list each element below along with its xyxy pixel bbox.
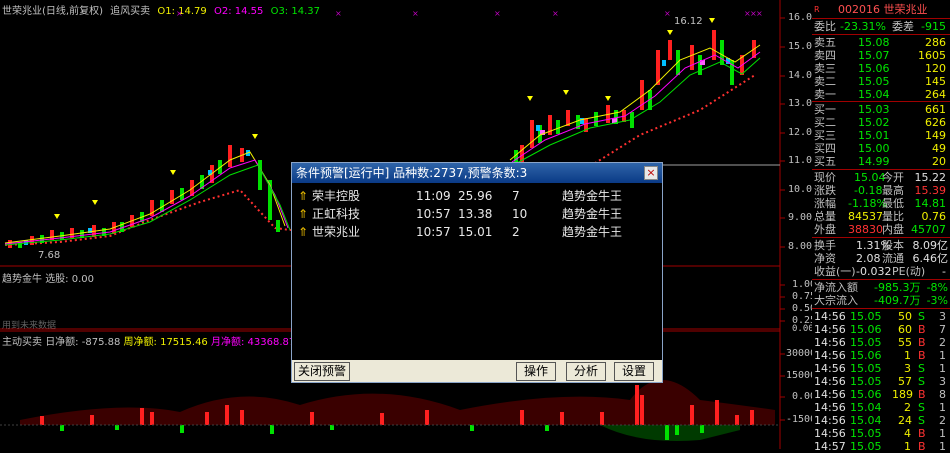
bid-row: 买三 15.01 149 <box>814 129 946 142</box>
sub2-month: 月净额: 43368.87 <box>210 337 296 348</box>
extra-row: 换手 1.31% 股本 8.09亿 <box>814 239 948 252</box>
weicha-value: -915 <box>921 20 946 33</box>
svg-text:×: × <box>664 9 671 18</box>
svg-text:×: × <box>494 9 501 18</box>
alert-price: 25.96 <box>458 189 493 203</box>
sub1-header: 趋势金牛 选股: 0.00 <box>2 270 94 285</box>
ask-row: 卖二 15.05 145 <box>814 75 946 88</box>
tick-row: 14:56 15.04 24 S 2 <box>814 414 946 427</box>
sub1-value: 选股: 0.00 <box>45 274 95 285</box>
alert-stock-name: 世荣兆业 <box>312 225 361 239</box>
alert-dialog[interactable]: 条件预警[运行中] 品种数:2737,预警条数:3 × ⇑ 荣丰控股 11:09… <box>291 162 663 383</box>
settings-button[interactable]: 设置 <box>614 362 654 381</box>
alert-condition: 趋势金牛王 <box>562 207 623 221</box>
candles-left <box>8 134 280 248</box>
stat-row: 涨幅 -1.18% 最低 14.81 <box>814 197 946 210</box>
low-price-label: 7.68 <box>38 250 60 261</box>
future-data-note: 用到未来数据 <box>2 321 57 331</box>
weibi-label: 委比 <box>814 20 836 33</box>
ask-row: 卖一 15.04 264 <box>814 88 946 101</box>
alert-stock-name: 正虹科技 <box>312 207 361 221</box>
alert-price: 13.38 <box>458 207 493 221</box>
alert-arrow-icon: ⇑ <box>298 189 309 203</box>
volume-bars <box>0 380 780 441</box>
weibi-row: 委比 -23.31% 委差 -915 <box>812 21 950 33</box>
alert-arrow-icon: ⇑ <box>298 207 309 221</box>
stat-row: 涨跌 -0.18 最高 15.39 <box>814 184 946 197</box>
r-mark: R <box>814 5 820 14</box>
bid-row: 买一 15.03 661 <box>814 103 946 116</box>
alert-arrow-icon: ⇑ <box>298 225 309 239</box>
sub1-y-tick: 0.00 <box>792 324 814 334</box>
tick-row: 14:56 15.04 2 S 1 <box>814 401 946 414</box>
bid-row: 买五 14.99 20 <box>814 155 946 168</box>
sub2-label: 主动买卖 <box>2 337 42 348</box>
close-icon[interactable]: × <box>644 166 658 180</box>
alert-count: 2 <box>512 225 520 239</box>
tick-row: 14:57 15.05 1 B 1 <box>814 440 946 453</box>
stat-row: 现价 15.04 今开 15.22 <box>814 171 946 184</box>
close-alert-button[interactable]: 关闭预警 <box>294 362 350 381</box>
svg-text:×: × <box>756 9 763 18</box>
ask-row: 卖三 15.06 120 <box>814 62 946 75</box>
alert-time: 10:57 <box>416 207 451 221</box>
alert-count: 10 <box>512 207 528 221</box>
alert-count: 7 <box>512 189 520 203</box>
tick-row: 14:56 15.06 189 B 8 <box>814 388 946 401</box>
tick-row: 14:56 15.05 55 B 2 <box>814 336 946 349</box>
y-tick: 8.00 <box>788 241 813 252</box>
ask-row: 卖五 15.08 286 <box>814 36 946 49</box>
tick-row: 14:56 15.05 57 S 3 <box>814 375 946 388</box>
stock-code-name: 002016 世荣兆业 <box>838 3 928 16</box>
svg-text:×: × <box>552 9 559 18</box>
candles-right <box>514 18 756 165</box>
svg-text:×: × <box>176 9 183 18</box>
weibi-value: -23.31% <box>840 20 886 33</box>
tick-row: 14:56 15.06 60 B 7 <box>814 323 946 336</box>
tick-row: 14:56 15.05 50 S 3 <box>814 310 946 323</box>
alert-condition: 趋势金牛王 <box>562 189 623 203</box>
operate-button[interactable]: 操作 <box>516 362 556 381</box>
alert-stock-name: 荣丰控股 <box>312 189 361 203</box>
svg-text:×: × <box>412 9 419 18</box>
analyze-button[interactable]: 分析 <box>566 362 606 381</box>
tick-row: 14:56 15.05 3 S 1 <box>814 362 946 375</box>
sub2-week: 周净额: 17515.46 <box>123 337 208 348</box>
sub2-day: 日净额: -875.88 <box>45 337 121 348</box>
quote-panel: R 002016 世荣兆业 委比 -23.31% 委差 -915 卖五 15.08… <box>812 0 950 453</box>
stat-row: 总量 84537 量比 0.76 <box>814 210 946 223</box>
extra-row: 收益(一) -0.032 PE(动) - <box>814 265 946 278</box>
flow-row: 大宗流入 -409.7万 -3% <box>814 294 948 307</box>
bid-row: 买二 15.02 626 <box>814 116 946 129</box>
alert-time: 11:09 <box>416 189 451 203</box>
tick-row: 14:56 15.05 4 B 1 <box>814 427 946 440</box>
alert-price: 15.01 <box>458 225 493 239</box>
sub2-header: 主动买卖 日净额: -875.88 周净额: 17515.46 月净额: 433… <box>2 333 295 348</box>
bid-row: 买四 15.00 49 <box>814 142 946 155</box>
alert-condition: 趋势金牛王 <box>562 225 623 239</box>
weicha-label: 委差 <box>892 20 914 33</box>
svg-text:×: × <box>335 9 342 18</box>
flow-row: 净流入额 -985.3万 -8% <box>814 281 948 294</box>
y-tick: 9.00 <box>788 212 813 223</box>
sub1-label: 趋势金牛 <box>2 274 42 285</box>
dialog-footer: 关闭预警 操作 分析 设置 <box>292 360 662 382</box>
stock-header: R 002016 世荣兆业 <box>812 4 950 16</box>
ask-row: 卖四 15.07 1605 <box>814 49 946 62</box>
high-price-label: 16.12 <box>674 16 703 27</box>
stat-row: 外盘 38830 内盘 45707 <box>814 223 946 236</box>
extra-row: 净资 2.08 流通 6.46亿 <box>814 252 948 265</box>
tick-row: 14:56 15.06 1 B 1 <box>814 349 946 362</box>
dialog-title[interactable]: 条件预警[运行中] 品种数:2737,预警条数:3 <box>292 163 662 183</box>
alert-time: 10:57 <box>416 225 451 239</box>
